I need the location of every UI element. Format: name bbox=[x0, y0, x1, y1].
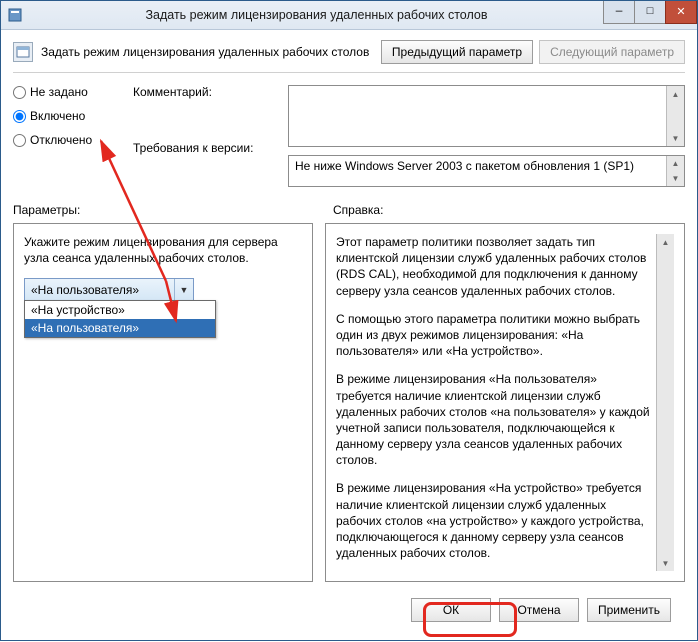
field-labels: Комментарий: Требования к версии: bbox=[133, 85, 278, 187]
radio-disabled[interactable]: Отключено bbox=[13, 133, 123, 147]
maximize-button[interactable]: □ bbox=[634, 1, 666, 24]
parameters-panel: Укажите режим лицензирования для сервера… bbox=[13, 223, 313, 582]
combo-dropdown: «На устройство» «На пользователя» bbox=[24, 300, 216, 338]
combo-selected-text: «На пользователя» bbox=[31, 283, 139, 297]
comment-scrollbar[interactable]: ▲▼ bbox=[666, 86, 684, 146]
combo-option-user[interactable]: «На пользователя» bbox=[25, 319, 215, 337]
dialog-body: Задать режим лицензирования удаленных ра… bbox=[1, 30, 697, 640]
comment-box: ▲▼ bbox=[288, 85, 685, 147]
help-p3: В режиме лицензирования «На пользователя… bbox=[336, 371, 650, 468]
combo-option-device[interactable]: «На устройство» bbox=[25, 301, 215, 319]
ok-button[interactable]: ОК bbox=[411, 598, 491, 622]
config-row: Не задано Включено Отключено Комментарий… bbox=[13, 85, 685, 187]
help-p4: В режиме лицензирования «На устройство» … bbox=[336, 480, 650, 561]
requirements-text: Не ниже Windows Server 2003 с пакетом об… bbox=[289, 156, 666, 186]
help-text: Этот параметр политики позволяет задать … bbox=[336, 234, 656, 571]
scroll-up-icon[interactable]: ▲ bbox=[657, 234, 674, 250]
header-row: Задать режим лицензирования удаленных ра… bbox=[13, 40, 685, 64]
policy-editor-window: Задать режим лицензирования удаленных ра… bbox=[0, 0, 698, 641]
comment-label: Комментарий: bbox=[133, 85, 278, 99]
parameters-label: Параметры: bbox=[13, 203, 313, 217]
divider bbox=[13, 72, 685, 73]
radio-not-configured-label: Не задано bbox=[30, 85, 88, 99]
radio-enabled[interactable]: Включено bbox=[13, 109, 123, 123]
radio-disabled-input[interactable] bbox=[13, 134, 26, 147]
chevron-down-icon[interactable]: ▼ bbox=[174, 279, 193, 300]
minimize-button[interactable]: — bbox=[603, 1, 635, 24]
radio-enabled-label: Включено bbox=[30, 109, 85, 123]
nav-buttons: Предыдущий параметр Следующий параметр bbox=[381, 40, 685, 64]
radio-not-configured[interactable]: Не задано bbox=[13, 85, 123, 99]
apply-button[interactable]: Применить bbox=[587, 598, 671, 622]
close-button[interactable]: ✕ bbox=[665, 1, 697, 24]
lower-panels: Укажите режим лицензирования для сервера… bbox=[13, 223, 685, 582]
requirements-scrollbar[interactable]: ▲▼ bbox=[666, 156, 684, 186]
titlebar[interactable]: Задать режим лицензирования удаленных ра… bbox=[1, 1, 697, 30]
scroll-up-icon[interactable]: ▲ bbox=[667, 86, 684, 102]
requirements-box: Не ниже Windows Server 2003 с пакетом об… bbox=[288, 155, 685, 187]
cancel-button[interactable]: Отмена bbox=[499, 598, 579, 622]
scroll-down-icon[interactable]: ▼ bbox=[657, 555, 674, 571]
window-title: Задать режим лицензирования удаленных ра… bbox=[29, 8, 604, 22]
field-values: ▲▼ Не ниже Windows Server 2003 с пакетом… bbox=[288, 85, 685, 187]
help-p1: Этот параметр политики позволяет задать … bbox=[336, 234, 650, 299]
requirements-label: Требования к версии: bbox=[133, 141, 278, 155]
licensing-mode-hint: Укажите режим лицензирования для сервера… bbox=[24, 234, 302, 266]
scroll-down-icon[interactable]: ▼ bbox=[667, 130, 684, 146]
policy-icon bbox=[13, 42, 33, 62]
radio-not-configured-input[interactable] bbox=[13, 86, 26, 99]
help-scrollbar[interactable]: ▲▼ bbox=[656, 234, 674, 571]
comment-textarea[interactable] bbox=[289, 86, 666, 146]
scroll-down-icon[interactable]: ▼ bbox=[667, 171, 684, 186]
section-labels: Параметры: Справка: bbox=[13, 203, 685, 217]
policy-title: Задать режим лицензирования удаленных ра… bbox=[41, 45, 373, 59]
help-panel: Этот параметр политики позволяет задать … bbox=[325, 223, 685, 582]
combo-selected[interactable]: «На пользователя» ▼ bbox=[24, 278, 194, 301]
previous-setting-button[interactable]: Предыдущий параметр bbox=[381, 40, 533, 64]
help-p2: С помощью этого параметра политики можно… bbox=[336, 311, 650, 360]
dialog-footer: ОК Отмена Применить bbox=[13, 588, 685, 632]
scroll-up-icon[interactable]: ▲ bbox=[667, 156, 684, 171]
help-label: Справка: bbox=[333, 203, 383, 217]
window-icon bbox=[7, 7, 23, 23]
radio-disabled-label: Отключено bbox=[30, 133, 92, 147]
radio-enabled-input[interactable] bbox=[13, 110, 26, 123]
window-buttons: — □ ✕ bbox=[604, 1, 697, 29]
licensing-mode-combo[interactable]: «На пользователя» ▼ «На устройство» «На … bbox=[24, 278, 194, 301]
next-setting-button: Следующий параметр bbox=[539, 40, 685, 64]
state-radios: Не задано Включено Отключено bbox=[13, 85, 123, 187]
